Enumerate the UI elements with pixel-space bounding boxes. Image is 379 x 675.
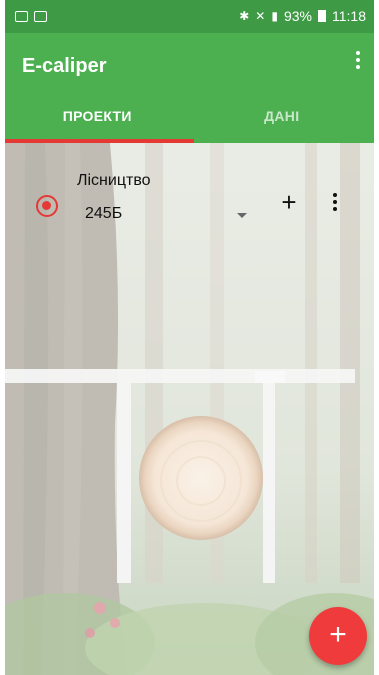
status-bar: ✱ ✕ ▮ 93% 11:18: [5, 0, 374, 33]
dropdown-selected-value: 245Б: [85, 205, 123, 222]
signal-icon: ▮: [271, 9, 278, 23]
project-name: Лісництво: [77, 172, 151, 189]
gallery-notification-icon: [15, 11, 28, 22]
app-screen: ✱ ✕ ▮ 93% 11:18 E-caliper ПРОЕКТИ ДАНІ Л…: [5, 0, 374, 675]
status-indicators: ✱ ✕ ▮ 93% 11:18: [239, 8, 366, 24]
tab-projects[interactable]: ПРОЕКТИ: [5, 91, 190, 143]
notification-icons: [15, 11, 47, 22]
app-bar: E-caliper ПРОЕКТИ ДАНІ: [5, 33, 374, 143]
app-title: E-caliper: [22, 55, 107, 77]
battery-icon: [318, 10, 326, 22]
add-project-fab[interactable]: +: [309, 607, 367, 665]
mute-icon: ✕: [255, 9, 266, 23]
message-notification-icon: [34, 11, 47, 22]
project-dropdown[interactable]: 245Б: [77, 201, 252, 231]
battery-percent: 93%: [283, 8, 312, 24]
add-plot-button[interactable]: +: [277, 189, 301, 217]
bluetooth-icon: ✱: [239, 9, 250, 23]
project-radio-button[interactable]: [36, 195, 58, 217]
project-list-item: Лісництво 245Б +: [5, 143, 374, 243]
dropdown-arrow-icon: [237, 213, 247, 218]
project-menu-icon[interactable]: [329, 193, 341, 215]
clock: 11:18: [332, 8, 366, 24]
tab-data[interactable]: ДАНІ: [190, 91, 375, 143]
tab-bar: ПРОЕКТИ ДАНІ: [5, 91, 374, 143]
overflow-menu-icon[interactable]: [352, 51, 364, 73]
